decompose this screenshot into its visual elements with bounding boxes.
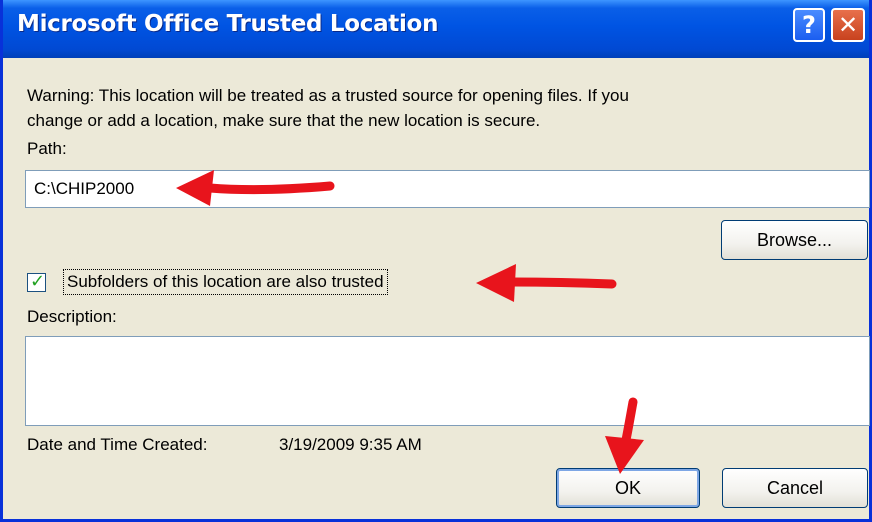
arrow-path-annotation bbox=[176, 170, 335, 206]
annotation-arrows bbox=[176, 170, 644, 474]
arrow-subfolders-annotation bbox=[476, 264, 617, 302]
arrow-ok-annotation bbox=[605, 397, 644, 474]
